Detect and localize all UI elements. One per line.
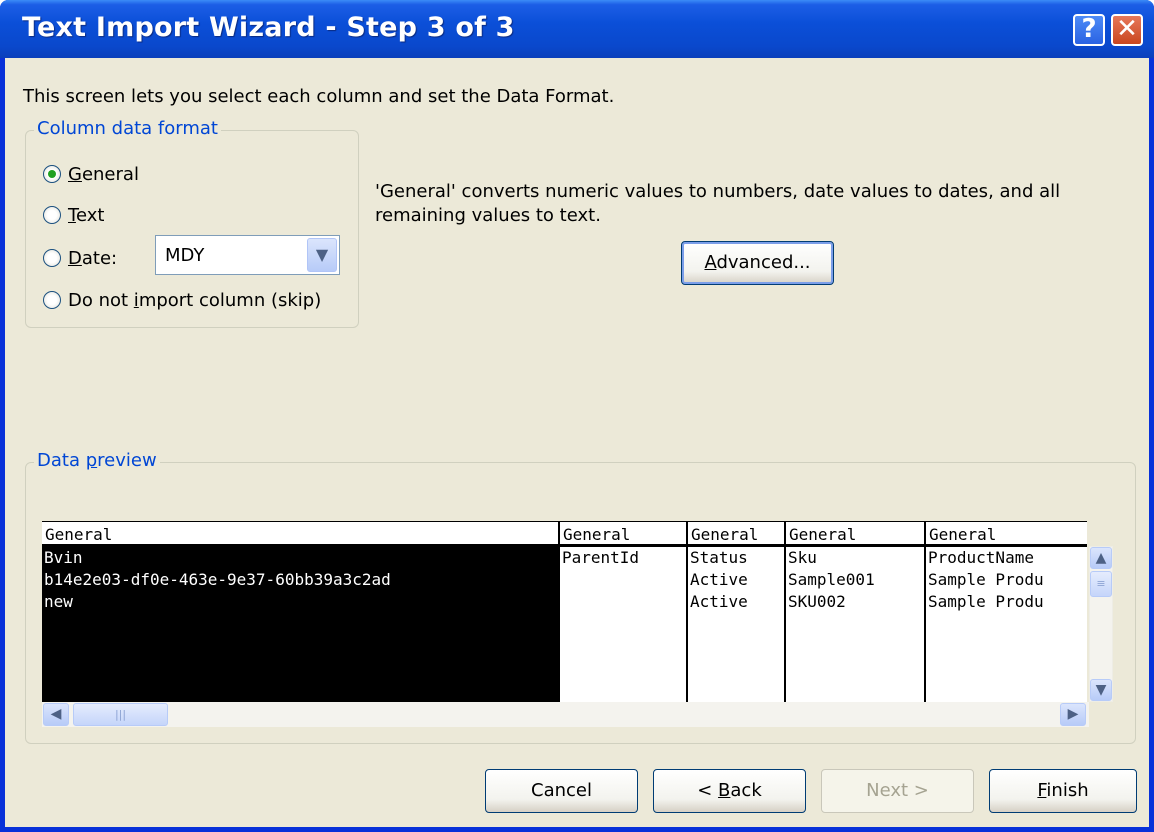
dialog-body: This screen lets you select each column … [5, 58, 1149, 827]
window-title: Text Import Wizard - Step 3 of 3 [22, 12, 515, 43]
group-title: Data preview [34, 450, 160, 471]
finish-button[interactable]: Finish [989, 769, 1137, 813]
scroll-down-icon[interactable]: ▼ [1090, 679, 1112, 701]
cancel-button[interactable]: Cancel [485, 769, 638, 813]
scroll-thumb[interactable]: ||| [73, 703, 168, 726]
help-button[interactable]: ? [1073, 14, 1105, 46]
advanced-button[interactable]: Advanced... [681, 241, 834, 285]
format-description: 'General' converts numeric values to num… [375, 181, 1061, 226]
scroll-up-icon[interactable]: ▲ [1090, 547, 1112, 569]
preview-column[interactable]: General ProductName Sample Produ Sample … [926, 522, 1087, 702]
preview-cell: Active [690, 570, 748, 589]
column-header[interactable]: General [688, 522, 784, 547]
horizontal-scrollbar[interactable]: ◀ ||| ▶ [42, 702, 1089, 727]
preview-cell: Status [690, 548, 748, 567]
next-button[interactable]: Next > [821, 769, 974, 813]
radio-general[interactable]: General [43, 162, 139, 186]
preview-cell: Bvin [44, 548, 83, 567]
preview-cell: SKU002 [788, 592, 846, 611]
radio-text[interactable]: Text [43, 203, 104, 227]
radio-button[interactable] [43, 291, 61, 309]
radio-date[interactable]: Date: [43, 246, 117, 270]
date-format-value: MDY [165, 245, 205, 266]
dialog-window: Text Import Wizard - Step 3 of 3 ? ✕ Thi… [0, 0, 1154, 832]
close-button[interactable]: ✕ [1111, 14, 1143, 46]
back-button[interactable]: < Back [653, 769, 806, 813]
preview-cell: new [44, 592, 73, 611]
radio-label: Date: [68, 247, 118, 269]
radio-label: Do not import column (skip) [68, 289, 322, 311]
preview-cell: Active [690, 592, 748, 611]
title-bar[interactable]: Text Import Wizard - Step 3 of 3 ? ✕ [0, 0, 1154, 58]
vertical-scrollbar[interactable]: ▲ ≡ ▼ [1089, 546, 1113, 702]
preview-cell: Sample Produ [928, 592, 1044, 611]
scroll-right-icon[interactable]: ▶ [1060, 703, 1086, 726]
radio-label: Text [68, 204, 105, 226]
preview-cell [560, 569, 686, 591]
preview-cell: Sku [788, 548, 817, 567]
scroll-left-icon[interactable]: ◀ [43, 703, 69, 726]
scroll-thumb[interactable]: ≡ [1090, 571, 1112, 597]
column-header[interactable]: General [786, 522, 924, 547]
radio-label: General [68, 163, 139, 185]
preview-cell: Sample Produ [928, 570, 1044, 589]
data-preview-grid[interactable]: General Bvin b14e2e03-df0e-463e-9e37-60b… [42, 521, 1087, 702]
radio-button[interactable] [43, 249, 61, 267]
preview-cell: Sample001 [788, 570, 875, 589]
radio-skip[interactable]: Do not import column (skip) [43, 288, 321, 312]
column-header[interactable]: General [560, 522, 686, 547]
preview-column[interactable]: General Sku Sample001 SKU002 [786, 522, 926, 702]
group-title: Column data format [34, 118, 221, 139]
date-format-select[interactable]: MDY ▼ [155, 235, 340, 275]
column-header[interactable]: General [42, 522, 558, 547]
radio-button-checked[interactable] [43, 165, 61, 183]
preview-cell [560, 591, 686, 613]
preview-cell: ParentId [562, 548, 640, 567]
chevron-down-icon[interactable]: ▼ [307, 238, 337, 272]
preview-column[interactable]: General ParentId [560, 522, 688, 702]
close-icon: ✕ [1116, 14, 1138, 44]
preview-cell: b14e2e03-df0e-463e-9e37-60bb39a3c2ad [44, 570, 391, 589]
preview-column[interactable]: General Status Active Active [688, 522, 786, 702]
preview-cell: ProductName [928, 548, 1034, 567]
intro-text: This screen lets you select each column … [23, 86, 615, 107]
preview-column[interactable]: General Bvin b14e2e03-df0e-463e-9e37-60b… [42, 522, 560, 702]
radio-button[interactable] [43, 206, 61, 224]
column-header[interactable]: General [926, 522, 1087, 547]
